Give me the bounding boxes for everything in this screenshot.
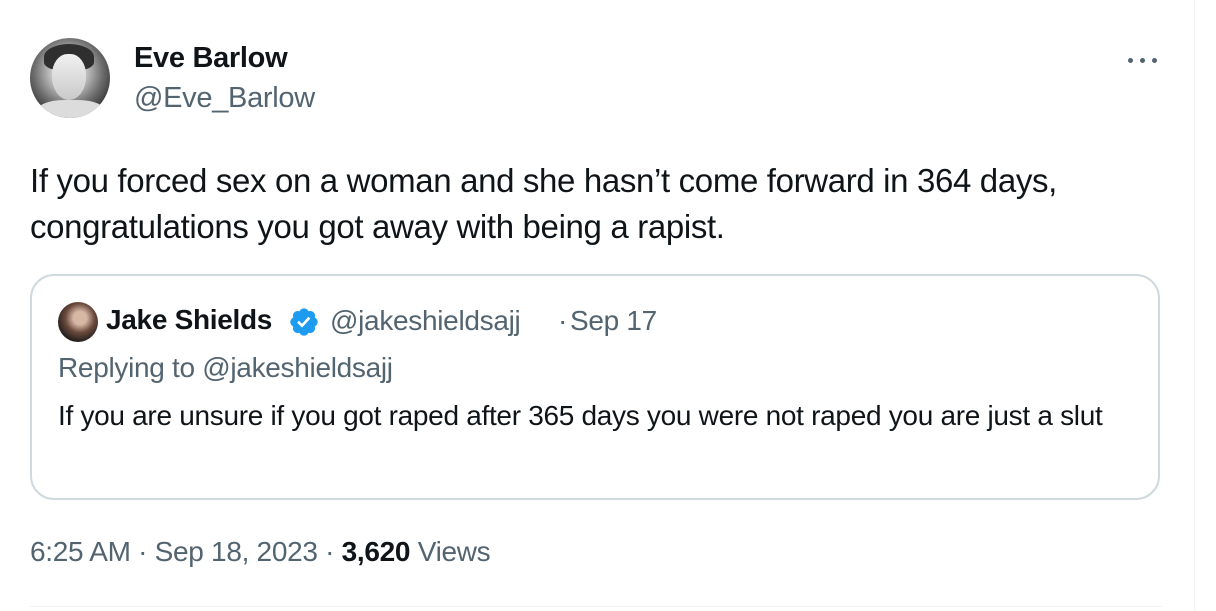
views-label: Views xyxy=(417,536,491,567)
right-divider xyxy=(1194,0,1195,611)
avatar-shoulder xyxy=(36,100,106,118)
tweet-text: If you forced sex on a woman and she has… xyxy=(30,162,1057,245)
bottom-divider xyxy=(30,606,1162,607)
meta-separator: · xyxy=(325,536,335,567)
meta-separator: · xyxy=(138,536,148,567)
views-count: 3,620 xyxy=(341,536,411,567)
tweet-date[interactable]: Sep 18, 2023 xyxy=(155,536,318,567)
more-horizontal-icon[interactable] xyxy=(1126,56,1160,66)
quoted-separator: · xyxy=(558,305,568,336)
author-name[interactable]: Eve Barlow xyxy=(134,42,288,75)
tweet-meta: 6:25 AM · Sep 18, 2023 · 3,620 Views xyxy=(30,536,491,568)
quoted-author-avatar xyxy=(58,302,98,342)
quoted-author-handle: @jakeshieldsajj xyxy=(330,305,521,336)
avatar-face xyxy=(52,54,86,100)
quoted-replying-to: Replying to @jakeshieldsajj xyxy=(58,352,393,383)
verified-badge-icon xyxy=(290,308,318,336)
tweet-time[interactable]: 6:25 AM xyxy=(30,536,131,567)
quoted-date: Sep 17 xyxy=(570,305,657,336)
author-avatar[interactable] xyxy=(30,38,110,118)
quoted-tweet-text: If you are unsure if you got raped after… xyxy=(58,400,1103,431)
quoted-author-name: Jake Shields xyxy=(106,304,273,335)
author-handle[interactable]: @Eve_Barlow xyxy=(134,82,315,115)
quoted-tweet-card[interactable]: Jake Shields @jakeshieldsajj · Sep 17 Re… xyxy=(30,274,1160,500)
